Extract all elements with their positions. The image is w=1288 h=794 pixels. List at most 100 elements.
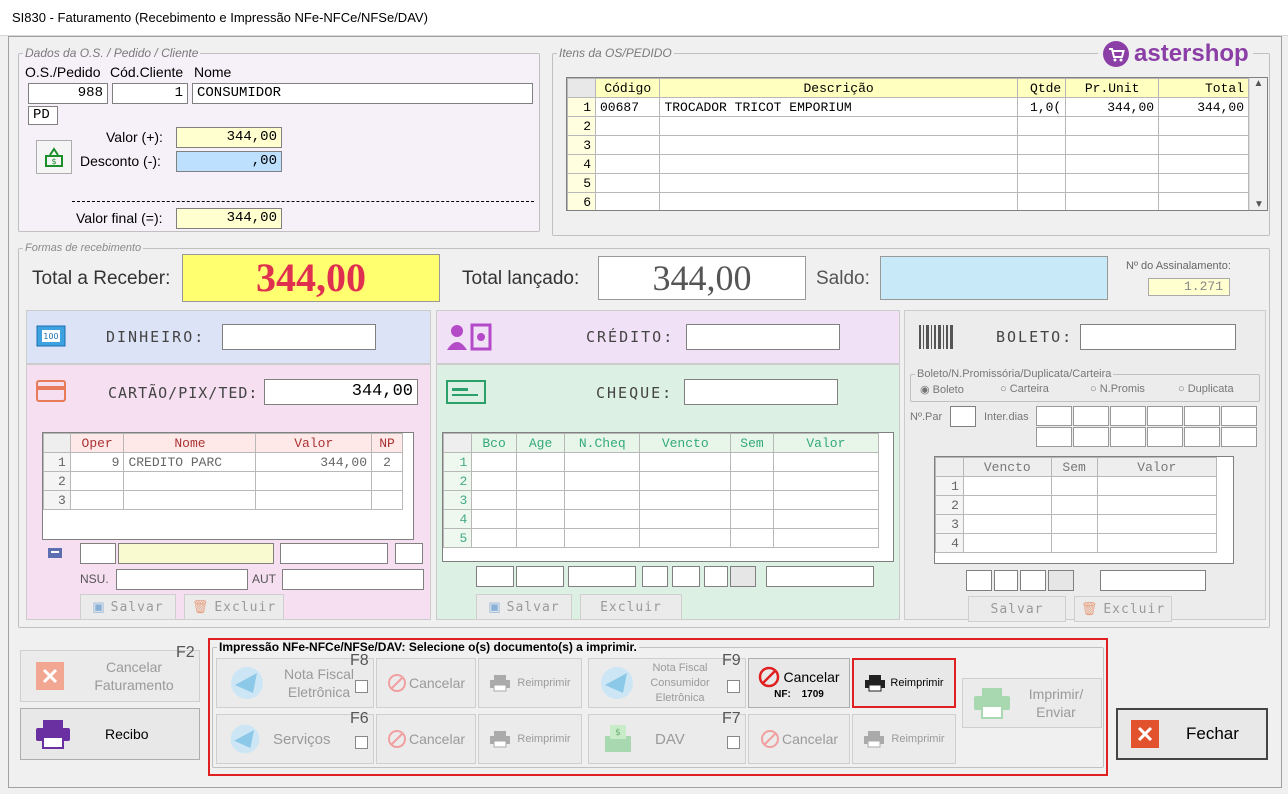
boleto-cell[interactable] <box>1050 533 1098 553</box>
item-cell-unit[interactable]: 344,00 <box>1065 97 1160 117</box>
scroll-up-icon[interactable]: ▲ <box>1250 78 1267 89</box>
cheque-cell[interactable] <box>639 490 732 510</box>
col-unit[interactable]: Pr.Unit <box>1065 78 1160 98</box>
itens-scrollbar[interactable]: ▲ ▼ <box>1249 78 1267 210</box>
item-cell-descricao[interactable]: TROCADOR TRICOT EMPORIUM <box>659 97 1018 117</box>
boleto-aux2-field[interactable] <box>994 570 1018 591</box>
boleto-aux1-field[interactable] <box>966 570 992 591</box>
item-cell-total[interactable] <box>1158 116 1249 136</box>
cartao-row[interactable]: 1 9 CREDITO PARC 344,00 2 <box>43 452 403 472</box>
cartao-aux3-field[interactable] <box>280 543 388 564</box>
boleto-aux4-field[interactable] <box>1048 570 1074 591</box>
nfe-cancelar-button[interactable]: Cancelar <box>376 658 476 708</box>
inter-dias-cell[interactable] <box>1073 427 1109 447</box>
cartao-cell-oper[interactable]: 9 <box>69 452 125 472</box>
item-row[interactable]: 1 00687 TROCADOR TRICOT EMPORIUM 1,0(344,00… <box>567 97 1249 117</box>
cartao-excluir-button[interactable]: 🗑 Excluir <box>184 594 284 620</box>
item-cell-codigo[interactable] <box>594 135 661 155</box>
inter-dias-cell[interactable] <box>1110 427 1146 447</box>
cheque-row[interactable]: 2 <box>443 471 880 491</box>
cheque-cell[interactable] <box>515 490 566 510</box>
nfe-reimprimir-button[interactable]: Reimprimir <box>478 658 582 708</box>
cheque-cell[interactable] <box>471 528 517 548</box>
item-cell-n[interactable]: 3 <box>567 135 596 155</box>
boleto-cell[interactable] <box>1050 495 1098 515</box>
fechar-button[interactable]: Fechar <box>1116 708 1268 760</box>
item-cell-descricao[interactable] <box>659 135 1018 155</box>
cartao-field[interactable]: 344,00 <box>264 379 418 405</box>
aut-field[interactable] <box>282 569 424 590</box>
boleto-cell[interactable] <box>962 495 1052 515</box>
col-vencto-boleto[interactable]: Vencto <box>962 457 1052 477</box>
nsu-field[interactable] <box>116 569 248 590</box>
nfe-checkbox[interactable] <box>355 680 368 693</box>
inter-dias-cell[interactable] <box>1184 406 1220 426</box>
boleto-cell[interactable] <box>1050 476 1098 496</box>
cartao-salvar-button[interactable]: ▣ Salvar <box>80 594 176 620</box>
cartao-aux4-field[interactable] <box>395 543 423 564</box>
recibo-button[interactable]: Recibo <box>20 708 200 760</box>
col-total[interactable]: Total <box>1158 78 1249 98</box>
item-cell-codigo[interactable] <box>594 192 661 210</box>
cheque-salvar-button[interactable]: ▣ Salvar <box>476 594 572 620</box>
cheque-cell[interactable] <box>564 528 641 548</box>
item-cell-total[interactable] <box>1158 135 1249 155</box>
itens-grid[interactable]: Código Descrição Qtde Pr.Unit Total 1 006… <box>566 77 1268 211</box>
nfce-reimprimir-button[interactable]: Reimprimir <box>852 658 956 708</box>
col-codigo[interactable]: Código <box>594 78 661 98</box>
cartao-cell-np[interactable] <box>371 490 403 510</box>
cheque-row[interactable]: 4 <box>443 509 880 529</box>
boleto-cell[interactable] <box>962 533 1052 553</box>
inter-dias-cell[interactable] <box>1147 427 1183 447</box>
cheque-cell[interactable] <box>564 471 641 491</box>
col-sem-boleto[interactable]: Sem <box>1050 457 1098 477</box>
boleto-salvar-button[interactable]: Salvar <box>968 596 1066 622</box>
boleto-excluir-button[interactable]: 🗑 Excluir <box>1074 596 1172 622</box>
npar-field[interactable] <box>950 406 976 427</box>
item-cell-n[interactable]: 4 <box>567 154 596 174</box>
item-cell-unit[interactable] <box>1065 116 1160 136</box>
scroll-down-icon[interactable]: ▼ <box>1250 199 1267 210</box>
radio-npromis[interactable]: ○ N.Promis <box>1090 383 1178 396</box>
cartao-cell-nome[interactable]: CREDITO PARC <box>123 452 257 472</box>
nfce-checkbox[interactable] <box>727 680 740 693</box>
col-valor-cheque[interactable]: Valor <box>772 433 880 453</box>
cheque-cell[interactable] <box>564 490 641 510</box>
col-bco[interactable]: Bco <box>471 433 517 453</box>
item-row[interactable]: 3 <box>567 135 1249 155</box>
imprimir-enviar-button[interactable]: Imprimir/ Enviar <box>962 678 1102 728</box>
item-cell-codigo[interactable] <box>594 116 661 136</box>
nfce-cancelar-button[interactable]: Cancelar NF: 1709 <box>748 658 850 708</box>
cartao-cell-nome[interactable] <box>123 490 257 510</box>
cartao-grid[interactable]: Oper Nome Valor NP 1 9 CREDITO PARC 344,00 2… <box>42 432 414 540</box>
cheque-aux4-field[interactable] <box>642 566 668 587</box>
cheque-cell[interactable] <box>515 471 566 491</box>
servicos-cancelar-button[interactable]: Cancelar <box>376 714 476 764</box>
item-row[interactable]: 4 <box>567 154 1249 174</box>
inter-dias-cell[interactable] <box>1073 406 1109 426</box>
cheque-row[interactable]: 5 <box>443 528 880 548</box>
cartao-row[interactable]: 3 <box>43 490 403 510</box>
item-cell-unit[interactable] <box>1065 173 1160 193</box>
boleto-cell[interactable] <box>1096 533 1218 553</box>
cheque-cell[interactable] <box>564 452 641 472</box>
cheque-cell[interactable] <box>471 490 517 510</box>
cheque-cell[interactable] <box>730 471 774 491</box>
cheque-excluir-button[interactable]: Excluir <box>580 594 682 620</box>
cheque-cell[interactable] <box>515 509 566 529</box>
col-np[interactable]: NP <box>371 433 403 453</box>
cartao-aux1-field[interactable] <box>80 543 116 564</box>
item-cell-descricao[interactable] <box>659 173 1018 193</box>
boleto-row[interactable]: 3 <box>935 514 1218 534</box>
item-cell-codigo[interactable] <box>594 154 661 174</box>
cheque-cell[interactable] <box>730 452 774 472</box>
col-oper[interactable]: Oper <box>69 433 125 453</box>
boleto-row[interactable]: 4 <box>935 533 1218 553</box>
boleto-cell[interactable] <box>1096 514 1218 534</box>
cheque-row[interactable]: 3 <box>443 490 880 510</box>
col-descricao[interactable]: Descrição <box>659 78 1018 98</box>
cancelar-faturamento-button[interactable]: Cancelar Faturamento <box>20 650 200 702</box>
inter-dias-cell[interactable] <box>1221 406 1257 426</box>
card-reader-icon[interactable] <box>46 546 66 562</box>
inter-dias-grid[interactable] <box>1036 406 1260 448</box>
